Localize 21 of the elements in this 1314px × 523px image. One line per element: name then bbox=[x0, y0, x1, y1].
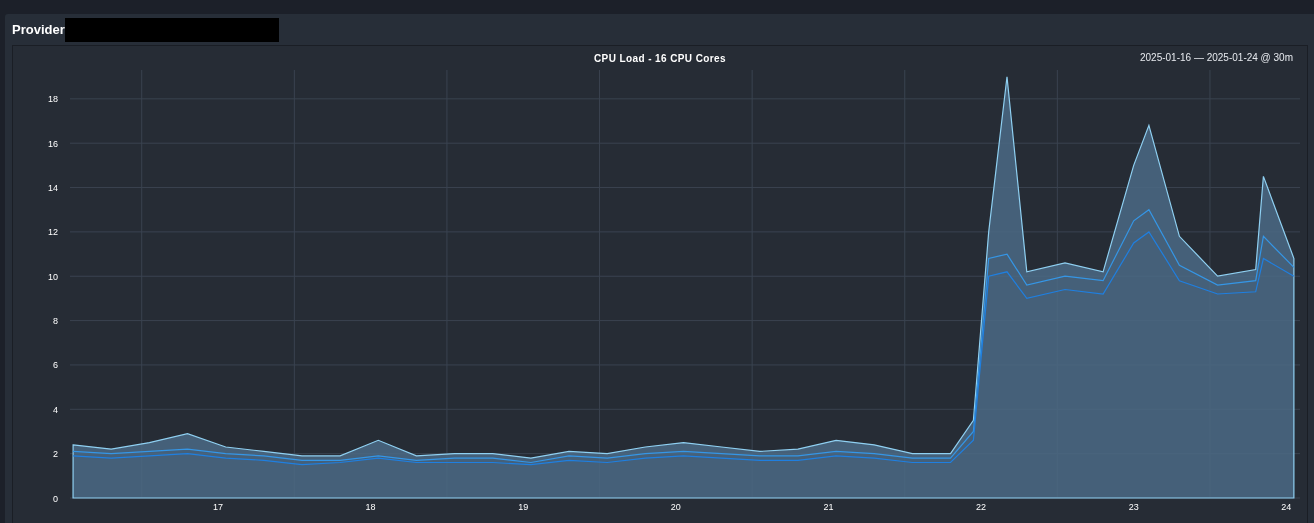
y-tick-label: 10 bbox=[48, 271, 58, 282]
y-tick-label: 16 bbox=[48, 138, 58, 149]
x-tick-label: 24 bbox=[1281, 502, 1292, 512]
y-tick-label: 8 bbox=[53, 316, 58, 327]
x-tick-label: 18 bbox=[365, 502, 376, 512]
x-tick-label: 21 bbox=[823, 502, 834, 512]
y-tick-label: 6 bbox=[53, 360, 58, 371]
y-tick-label: 18 bbox=[48, 94, 58, 105]
panel-title: Provider bbox=[12, 22, 65, 37]
chart-title: CPU Load - 16 CPU Cores bbox=[594, 52, 726, 64]
y-tick-label: 0 bbox=[53, 493, 58, 504]
x-tick-label: 20 bbox=[670, 502, 681, 512]
y-tick-label: 14 bbox=[48, 183, 58, 194]
x-tick-label: 19 bbox=[518, 502, 529, 512]
x-tick-label: 22 bbox=[976, 502, 987, 512]
y-tick-label: 12 bbox=[48, 227, 58, 238]
date-range: 2025-01-16 — 2025-01-24 @ 30m bbox=[1139, 52, 1293, 63]
y-tick-label: 2 bbox=[53, 449, 58, 460]
y-tick-label: 4 bbox=[53, 404, 58, 415]
x-tick-label: 17 bbox=[213, 502, 224, 512]
x-tick-label: 23 bbox=[1128, 502, 1139, 512]
